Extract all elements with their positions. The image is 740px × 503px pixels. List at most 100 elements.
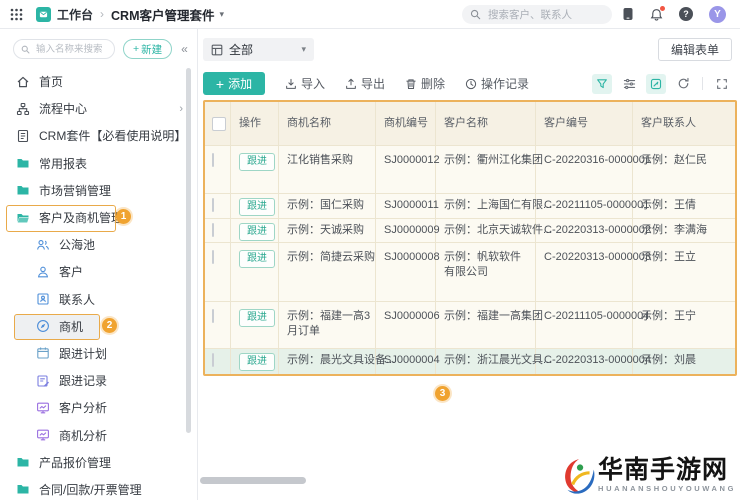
new-button[interactable]: + 新建 <box>123 39 173 59</box>
row-checkbox[interactable] <box>212 250 214 264</box>
user-icon <box>36 265 50 279</box>
column-header-opportunity-no[interactable]: 商机编号 <box>376 102 436 145</box>
delete-button[interactable]: 删除 <box>405 75 445 92</box>
sidebar-item-customers[interactable]: 客户 <box>0 258 197 285</box>
column-header-opportunity-name[interactable]: 商机名称 <box>279 102 376 145</box>
row-checkbox[interactable] <box>212 153 214 167</box>
clock-icon <box>465 78 477 90</box>
toolbar-right-icons <box>592 73 732 94</box>
sidebar: +新建 « 首页 流程中心 › CRM套件【必看使用说明】 常用 <box>0 28 198 500</box>
cell-opportunity-no: SJ0000004 <box>376 349 440 374</box>
mobile-app-icon[interactable] <box>622 7 634 21</box>
table-row[interactable]: 跟进 示例：简捷云采购 SJ0000008 示例：帆软软件有限公司 C-2022… <box>205 243 735 302</box>
follow-up-button[interactable]: 跟进 <box>239 353 275 371</box>
column-header-customer-no[interactable]: 客户编号 <box>536 102 633 145</box>
cell-opportunity-name: 示例：晨光文具设备... <box>279 349 395 374</box>
table-row[interactable]: 跟进 示例：福建一高3月订单 SJ0000006 示例：福建一高集团 C-202… <box>205 302 735 349</box>
folder-open-icon <box>16 211 30 225</box>
cell-customer-contact: 示例：刘晨 <box>641 354 696 366</box>
sidebar-search[interactable] <box>13 39 115 59</box>
horizontal-scrollbar[interactable] <box>200 477 306 484</box>
sidebar-item-contract-management[interactable]: 合同/回款/开票管理 <box>0 476 197 503</box>
breadcrumb-separator-icon: › <box>100 7 105 21</box>
export-button[interactable]: 导出 <box>345 75 385 92</box>
watermark-logo <box>562 457 596 495</box>
suite-dropdown-caret-icon[interactable]: ▾ <box>219 9 224 20</box>
breadcrumb-workspace[interactable]: 工作台 <box>57 6 93 23</box>
main-content: 全部 ▾ 编辑表单 + 添加 导入 导出 删除 操作记录 操作 商机名称 商机编… <box>197 28 740 500</box>
refresh-button[interactable] <box>673 74 693 94</box>
form-view-button[interactable] <box>646 73 666 94</box>
sidebar-item-customer-analysis[interactable]: 客户分析 <box>0 394 197 421</box>
help-icon[interactable]: ? <box>679 7 693 21</box>
sidebar-item-label: 客户 <box>59 265 84 280</box>
table-row[interactable]: 跟进 示例：国仁采购 SJ0000011 示例：上海国仁有限... C-2021… <box>205 194 735 219</box>
sidebar-item-contacts[interactable]: 联系人 <box>0 286 197 313</box>
filter-button[interactable] <box>592 73 612 94</box>
cell-customer-contact: 示例：赵仁民 <box>641 154 707 166</box>
user-avatar[interactable]: Y <box>709 5 726 23</box>
edit-form-button[interactable]: 编辑表单 <box>657 38 732 61</box>
import-button[interactable]: 导入 <box>285 75 325 92</box>
sidebar-item-followup-records[interactable]: 跟进记录 <box>0 367 197 394</box>
sidebar-item-marketing[interactable]: 市场营销管理 <box>0 177 197 204</box>
view-selector[interactable]: 全部 ▾ <box>203 38 314 61</box>
sidebar-item-label: 首页 <box>39 75 64 90</box>
follow-up-button[interactable]: 跟进 <box>239 223 275 241</box>
chevron-right-icon: › <box>179 102 183 115</box>
row-checkbox[interactable] <box>212 353 214 367</box>
sidebar-item-public-pool[interactable]: 公海池 <box>0 231 197 258</box>
sidebar-item-opportunity-analysis[interactable]: 商机分析 <box>0 421 197 448</box>
global-search-input[interactable] <box>486 7 604 22</box>
follow-up-button[interactable]: 跟进 <box>239 198 275 216</box>
toolbar: + 添加 导入 导出 删除 操作记录 <box>203 72 732 95</box>
annotation-step2-badge: 2 <box>102 318 117 333</box>
topbar-icon-group: ? Y <box>622 0 726 28</box>
sidebar-search-input[interactable] <box>34 42 107 56</box>
column-settings-icon <box>623 78 636 90</box>
import-icon <box>285 78 297 90</box>
sidebar-item-crm-guide[interactable]: CRM套件【必看使用说明】 <box>0 122 197 149</box>
add-button[interactable]: + 添加 <box>203 72 265 95</box>
select-all-checkbox[interactable] <box>212 116 226 131</box>
row-checkbox[interactable] <box>212 309 214 323</box>
app-grid-menu-icon[interactable] <box>10 8 23 21</box>
column-header-customer-contact[interactable]: 客户联系人 <box>633 102 735 145</box>
table-row[interactable]: 跟进 示例：天诚采购 SJ0000009 示例：北京天诚软件... C-2022… <box>205 219 735 243</box>
global-search[interactable] <box>462 5 612 24</box>
table-row-selected[interactable]: 跟进 示例：晨光文具设备... SJ0000004 示例：浙江晨光文具... C… <box>205 349 735 374</box>
sidebar-item-customer-opportunity[interactable]: 客户及商机管理 <box>0 204 197 231</box>
sidebar-item-common-reports[interactable]: 常用报表 <box>0 150 197 177</box>
sidebar-scrollbar[interactable] <box>186 68 191 433</box>
sidebar-item-product-quotes[interactable]: 产品报价管理 <box>0 449 197 476</box>
sidebar-item-followup-plan[interactable]: 跟进计划 <box>0 340 197 367</box>
sidebar-item-home[interactable]: 首页 <box>0 68 197 95</box>
sidebar-item-label: 合同/回款/开票管理 <box>39 482 142 497</box>
document-icon <box>16 129 30 143</box>
table-header-row: 操作 商机名称 商机编号 客户名称 客户编号 客户联系人 <box>205 102 735 146</box>
follow-up-button[interactable]: 跟进 <box>239 153 275 171</box>
cell-customer-no: C-20211105-0000004 <box>536 302 649 348</box>
sidebar-item-opportunities[interactable]: 商机 <box>0 313 197 340</box>
view-selector-label: 全部 <box>229 43 254 57</box>
folder-icon <box>16 482 30 496</box>
cell-opportunity-name: 示例：天诚采购 <box>279 219 376 242</box>
fullscreen-button[interactable] <box>712 74 732 94</box>
view-caret-icon: ▾ <box>301 44 306 54</box>
column-header-customer-name[interactable]: 客户名称 <box>436 102 536 145</box>
column-settings-button[interactable] <box>619 74 639 94</box>
follow-up-button[interactable]: 跟进 <box>239 309 275 327</box>
table-row[interactable]: 跟进 江化销售采购 SJ0000012 示例：衢州江化集团 C-20220316… <box>205 146 735 194</box>
breadcrumb-suite-title[interactable]: CRM客户管理套件 <box>111 5 214 24</box>
cell-opportunity-no: SJ0000011 <box>376 194 439 218</box>
operation-history-button[interactable]: 操作记录 <box>465 75 529 92</box>
sidebar-item-process-center[interactable]: 流程中心 › <box>0 95 197 122</box>
cell-customer-no: C-20220313-0000003 <box>536 243 651 301</box>
collapse-sidebar-icon[interactable]: « <box>181 42 188 56</box>
watermark-title: 华南手游网 <box>598 455 729 484</box>
follow-up-button[interactable]: 跟进 <box>239 250 275 268</box>
row-checkbox[interactable] <box>212 198 214 212</box>
row-checkbox[interactable] <box>212 223 214 237</box>
column-header-action[interactable]: 操作 <box>231 102 279 145</box>
notification-bell-icon[interactable] <box>650 5 665 21</box>
